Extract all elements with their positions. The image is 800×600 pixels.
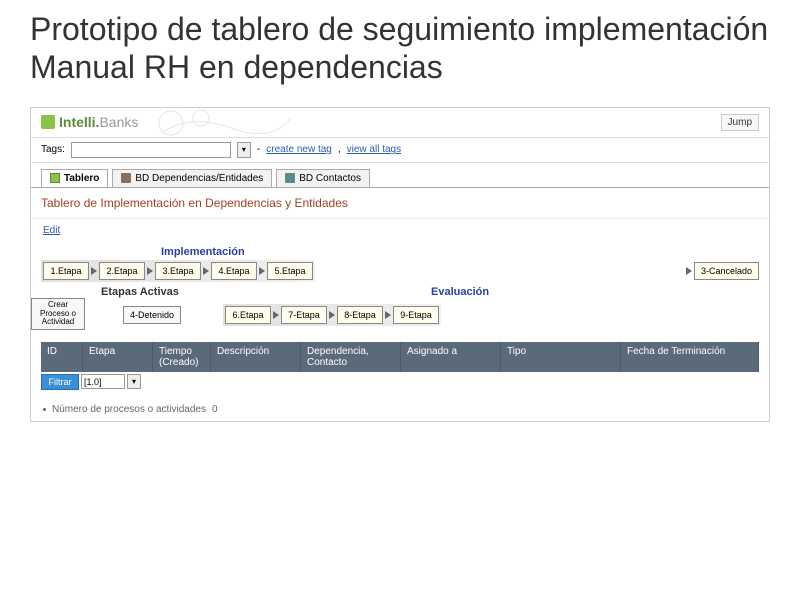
data-table: ID Etapa Tiempo (Creado) Descripción Dep… — [41, 342, 759, 392]
tags-bar: Tags: ▾ - create new tag , view all tags — [31, 138, 769, 163]
stage-6[interactable]: 6.Etapa — [225, 306, 271, 324]
section-etapas-activas: Etapas Activas — [101, 286, 179, 298]
bullet-icon — [43, 408, 46, 411]
workflow-diagram: Implementación 1.Etapa 2.Etapa 3.Etapa 4… — [31, 242, 769, 336]
col-fecha[interactable]: Fecha de Terminación — [621, 342, 759, 372]
stage-4[interactable]: 4.Etapa — [211, 262, 257, 280]
col-descripcion[interactable]: Descripción — [211, 342, 301, 372]
dashboard-icon — [50, 173, 60, 183]
tags-input[interactable] — [71, 142, 231, 158]
arrow-icon — [203, 267, 209, 275]
stage-5[interactable]: 5.Etapa — [267, 262, 313, 280]
col-id[interactable]: ID — [41, 342, 83, 372]
tab-dependencias[interactable]: BD Dependencias/Entidades — [112, 169, 272, 187]
page-title: Tablero de Implementación en Dependencia… — [31, 188, 769, 219]
arrow-icon — [329, 311, 335, 319]
arrow-icon — [91, 267, 97, 275]
create-tag-link[interactable]: create new tag — [266, 144, 332, 155]
stage-cancelado[interactable]: 3-Cancelado — [694, 262, 759, 280]
tab-contactos[interactable]: BD Contactos — [276, 169, 370, 187]
jump-button[interactable]: Jump — [721, 114, 759, 131]
filter-input-etapa[interactable] — [81, 374, 125, 389]
col-asignado[interactable]: Asignado a — [401, 342, 501, 372]
tags-dropdown-icon[interactable]: ▾ — [237, 142, 251, 158]
tab-label: Tablero — [64, 173, 99, 184]
col-etapa[interactable]: Etapa — [83, 342, 153, 372]
tags-label: Tags: — [41, 144, 65, 155]
tab-tablero[interactable]: Tablero — [41, 169, 108, 187]
col-dependencia[interactable]: Dependencia, Contacto — [301, 342, 401, 372]
evaluation-group: 6.Etapa 7-Etapa 8-Etapa 9-Etapa — [223, 304, 441, 326]
arrow-icon — [385, 311, 391, 319]
table-header: ID Etapa Tiempo (Creado) Descripción Dep… — [41, 342, 759, 372]
contact-icon — [285, 173, 295, 183]
arrow-icon — [147, 267, 153, 275]
slide-title: Prototipo de tablero de seguimiento impl… — [0, 0, 800, 107]
arrow-icon — [273, 311, 279, 319]
footer-count: 0 — [212, 404, 218, 415]
app-frame: Intelli.Banks Jump Tags: ▾ - create new … — [30, 107, 770, 422]
stage-1[interactable]: 1.Etapa — [43, 262, 89, 280]
section-implementacion: Implementación — [161, 246, 759, 258]
arrow-icon — [686, 267, 692, 275]
stage-8[interactable]: 8-Etapa — [337, 306, 383, 324]
logo-text-1: Intelli. — [59, 114, 99, 130]
implementation-row: 1.Etapa 2.Etapa 3.Etapa 4.Etapa 5.Etapa … — [41, 260, 759, 282]
edit-link[interactable]: Edit — [31, 219, 72, 242]
tab-label: BD Dependencias/Entidades — [135, 173, 263, 184]
filter-dropdown-icon[interactable]: ▾ — [127, 374, 141, 389]
section-evaluacion: Evaluación — [431, 286, 489, 298]
logo-icon — [41, 115, 55, 129]
separator: , — [338, 144, 341, 155]
stage-3[interactable]: 3.Etapa — [155, 262, 201, 280]
footer: Número de procesos o actividades 0 — [31, 398, 769, 421]
footer-label: Número de procesos o actividades — [52, 404, 206, 415]
stage-7[interactable]: 7-Etapa — [281, 306, 327, 324]
arrow-icon — [259, 267, 265, 275]
bottom-row: 4-Detenido 6.Etapa 7-Etapa 8-Etapa 9-Eta… — [41, 304, 759, 326]
logo-text-2: Banks — [99, 114, 138, 130]
tab-label: BD Contactos — [299, 173, 361, 184]
filter-row: Filtrar ▾ — [41, 372, 759, 392]
col-tiempo[interactable]: Tiempo (Creado) — [153, 342, 211, 372]
app-header: Intelli.Banks Jump — [31, 108, 769, 138]
logo: Intelli.Banks — [41, 114, 138, 130]
stage-2[interactable]: 2.Etapa — [99, 262, 145, 280]
col-tipo[interactable]: Tipo — [501, 342, 621, 372]
database-icon — [121, 173, 131, 183]
decorative-swirl — [151, 108, 291, 138]
stage-detenido[interactable]: 4-Detenido — [123, 306, 181, 324]
stage-9[interactable]: 9-Etapa — [393, 306, 439, 324]
filter-button[interactable]: Filtrar — [41, 374, 79, 390]
tabs: Tablero BD Dependencias/Entidades BD Con… — [31, 163, 769, 188]
view-tags-link[interactable]: view all tags — [347, 144, 401, 155]
separator: - — [257, 144, 260, 155]
